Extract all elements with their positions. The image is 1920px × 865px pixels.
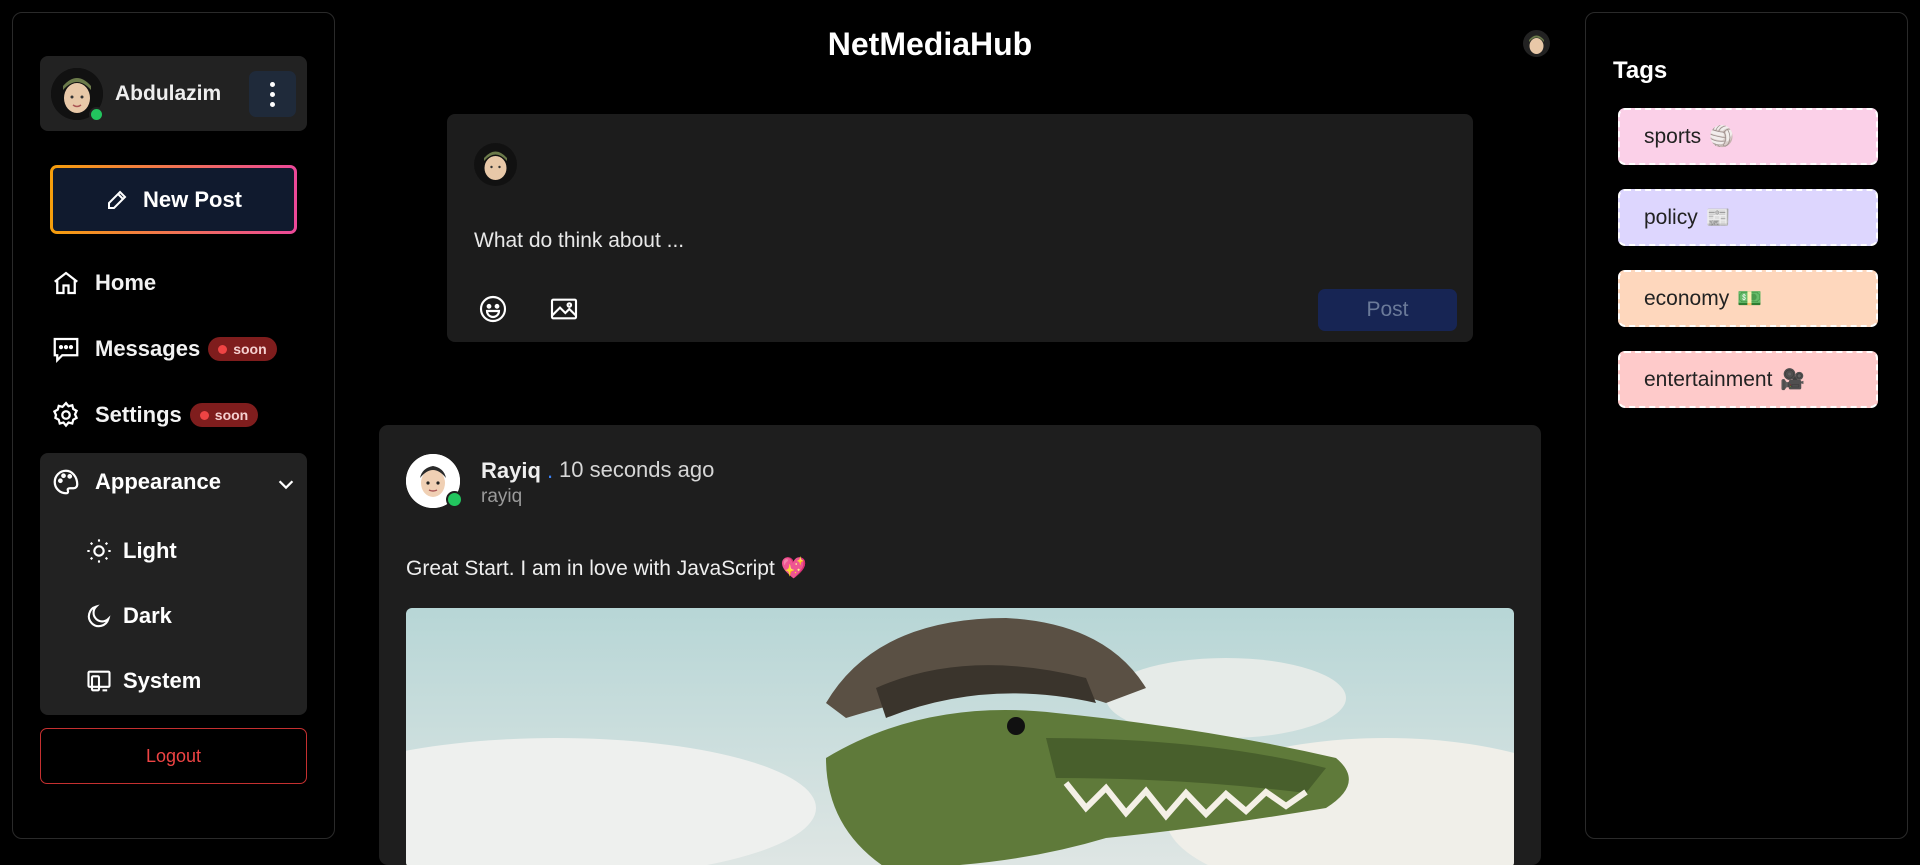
app-title: NetMediaHub: [827, 26, 1033, 62]
monitor-icon: [87, 670, 111, 692]
sidebar-item-label: Settings: [95, 402, 182, 427]
post-author-avatar[interactable]: [406, 454, 463, 508]
post-card: Rayiq . 10 seconds ago rayiq Great Start…: [379, 425, 1541, 865]
post-timestamp: 10 seconds ago: [559, 457, 715, 482]
chevron-down-icon[interactable]: [275, 473, 297, 495]
tags-title: Tags: [1613, 57, 1668, 84]
theme-option-dark[interactable]: Dark: [85, 602, 172, 630]
tag-economy[interactable]: economy 💵: [1618, 270, 1878, 327]
emoji-icon[interactable]: [477, 293, 509, 325]
post-text: Great Start. I am in love with JavaScrip…: [406, 557, 807, 580]
appearance-label: Appearance: [95, 469, 221, 494]
new-post-button[interactable]: New Post: [50, 165, 297, 234]
theme-option-label: System: [123, 668, 202, 693]
more-options-button[interactable]: [249, 71, 296, 117]
appearance-panel: Appearance Light Dark System: [40, 453, 307, 715]
gear-icon: [52, 401, 79, 428]
soon-badge: soon: [189, 403, 259, 427]
money-icon: 💵: [1737, 288, 1763, 310]
user-avatar-wrap: [51, 67, 104, 122]
logout-button[interactable]: Logout: [40, 728, 307, 784]
meta-separator: .: [547, 458, 554, 483]
header-avatar[interactable]: [1523, 30, 1550, 57]
theme-option-light[interactable]: Light: [85, 537, 177, 565]
sidebar-item-home[interactable]: Home: [51, 268, 156, 298]
volleyball-icon: 🏐: [1709, 126, 1735, 148]
theme-option-label: Dark: [123, 603, 172, 628]
composer-input[interactable]: What do think about ...: [474, 229, 684, 253]
tag-sports[interactable]: sports 🏐: [1618, 108, 1878, 165]
post-composer: What do think about ... Post: [447, 114, 1473, 342]
movie-camera-icon: 🎥: [1780, 369, 1806, 391]
moon-icon: [87, 604, 111, 628]
profile-card[interactable]: Abdulazim: [40, 56, 307, 131]
sidebar-item-settings[interactable]: Settings soon: [51, 400, 259, 430]
tag-label: entertainment: [1644, 367, 1773, 391]
post-author-handle: rayiq: [481, 486, 523, 507]
soon-badge: soon: [208, 337, 277, 361]
left-sidebar: Abdulazim New Post Home Messages soon Se…: [12, 12, 335, 839]
user-name: Abdulazim: [115, 81, 222, 105]
theme-option-system[interactable]: System: [85, 667, 201, 695]
palette-icon: [53, 469, 79, 495]
online-status-dot: [446, 491, 463, 508]
tags-panel: Tags sports 🏐 policy 📰 economy 💵 enterta…: [1585, 12, 1908, 839]
sun-icon: [87, 539, 111, 563]
online-status-dot: [89, 106, 104, 122]
post-button[interactable]: Post: [1318, 289, 1457, 331]
new-post-label: New Post: [142, 186, 243, 212]
image-icon[interactable]: [548, 293, 580, 325]
home-icon: [54, 271, 78, 295]
sidebar-item-label: Home: [95, 270, 157, 295]
tag-label: policy: [1644, 205, 1698, 229]
composer-avatar: [474, 143, 517, 186]
tag-label: sports: [1644, 124, 1702, 148]
message-icon: [53, 337, 79, 363]
pencil-icon: [107, 190, 127, 209]
theme-option-label: Light: [123, 538, 177, 563]
sidebar-item-label: Messages: [95, 336, 201, 361]
appearance-toggle[interactable]: Appearance: [51, 467, 221, 497]
tag-policy[interactable]: policy 📰: [1618, 189, 1878, 246]
tag-entertainment[interactable]: entertainment 🎥: [1618, 351, 1878, 408]
newspaper-icon: 📰: [1705, 207, 1731, 229]
sidebar-item-messages[interactable]: Messages soon: [51, 334, 277, 364]
post-author-name[interactable]: Rayiq: [481, 458, 541, 484]
post-image[interactable]: [406, 608, 1514, 865]
tag-label: economy: [1644, 286, 1730, 310]
